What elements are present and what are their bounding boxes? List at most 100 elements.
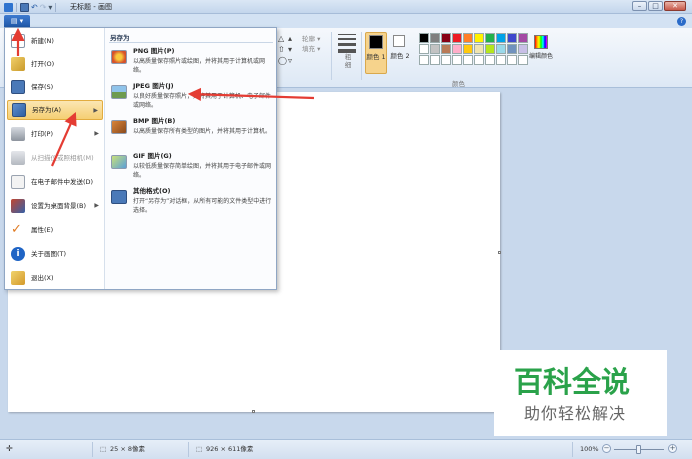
palette-swatch[interactable] <box>507 55 517 65</box>
fill-dropdown[interactable]: 填充 ▾ <box>302 44 320 54</box>
toolbar-separator <box>55 2 57 12</box>
palette-swatch[interactable] <box>485 55 495 65</box>
window-controls: – □ ✕ <box>632 1 686 11</box>
menu-item-label: 保存(S) <box>31 82 54 91</box>
palette-swatch[interactable] <box>485 44 495 54</box>
menu-item-label: 另存为(A) <box>32 105 62 114</box>
color-2-button[interactable]: 颜色 2 <box>390 32 410 74</box>
arrow-shape-icon[interactable]: ⇧ <box>278 45 287 55</box>
palette-swatch[interactable] <box>430 33 440 43</box>
palette-swatch[interactable] <box>441 33 451 43</box>
file-menu: 新建(N) 打开(O) 保存(S) 另存为(A) ▶ 打印(P) ▶ 从扫描仪或… <box>4 27 277 290</box>
palette-swatch[interactable] <box>474 44 484 54</box>
undo-icon[interactable]: ↶ <box>31 3 38 12</box>
menu-item-save[interactable]: 保存(S) <box>7 77 103 97</box>
menu-item-new[interactable]: 新建(N) <box>7 31 103 51</box>
zoom-slider-thumb[interactable] <box>636 445 641 454</box>
menu-item-about-paint[interactable]: i 关于画图(T) <box>7 244 103 264</box>
palette-swatch[interactable] <box>474 55 484 65</box>
save-as-png[interactable]: PNG 图片(P) 以高质量保存照片或绘图，并将其用于计算机或网络。 <box>109 47 273 81</box>
menu-item-label: 新建(N) <box>31 36 54 45</box>
save-as-gif[interactable]: GIF 图片(G) 以较低质量保存简单绘图，并将其用于电子邮件或网络。 <box>109 152 273 186</box>
palette-swatch[interactable] <box>419 55 429 65</box>
menu-item-save-as[interactable]: 另存为(A) ▶ <box>7 100 103 120</box>
image-size: 926 × 611像素 <box>206 445 254 453</box>
info-icon: i <box>11 247 25 261</box>
callout-shape-icon[interactable]: ◯ <box>278 56 287 66</box>
paint-app-icon[interactable] <box>4 2 13 12</box>
watermark: 百科全说 助你轻松解决 <box>494 350 667 436</box>
palette-swatch[interactable] <box>518 33 528 43</box>
file-menu-button[interactable]: ▤ ▾ <box>4 15 30 27</box>
save-icon[interactable] <box>20 2 29 12</box>
ribbon-separator <box>331 32 332 80</box>
save-as-option-title: GIF 图片(G) <box>133 152 172 160</box>
color-palette <box>419 33 528 67</box>
submenu-arrow-icon: ▶ <box>93 107 98 114</box>
palette-swatch[interactable] <box>441 44 451 54</box>
menu-item-exit[interactable]: 退出(X) <box>7 268 103 288</box>
menu-item-set-desktop-background[interactable]: 设置为桌面背景(B) ▶ <box>7 196 103 216</box>
minimize-button[interactable]: – <box>632 1 647 11</box>
color-1-button[interactable]: 颜色 1 <box>365 32 387 74</box>
color-1-swatch <box>369 35 383 49</box>
palette-swatch[interactable] <box>430 44 440 54</box>
save-as-other-formats[interactable]: 其他格式(O) 打开“另存为”对话框，从所有可能的文件类型中进行选择。 <box>109 187 273 221</box>
edit-colors-label: 编辑颜色 <box>528 53 553 60</box>
palette-swatch[interactable] <box>419 33 429 43</box>
save-icon <box>11 80 25 94</box>
status-separator <box>572 442 573 457</box>
menu-item-open[interactable]: 打开(O) <box>7 54 103 74</box>
palette-swatch[interactable] <box>496 55 506 65</box>
image-size-icon: ⬚ <box>196 445 203 453</box>
menu-item-properties[interactable]: ✓ 属性(E) <box>7 220 103 240</box>
file-menu-commands: 新建(N) 打开(O) 保存(S) 另存为(A) ▶ 打印(P) ▶ 从扫描仪或… <box>5 28 105 289</box>
palette-swatch[interactable] <box>485 33 495 43</box>
scroll-up-icon[interactable]: ▴ <box>288 34 297 44</box>
zoom-out-button[interactable]: − <box>602 444 611 453</box>
edit-colors-button[interactable]: 编辑颜色 <box>528 33 554 73</box>
help-icon[interactable]: ? <box>677 17 686 26</box>
canvas-resize-handle-bottom[interactable] <box>252 410 255 413</box>
palette-swatch[interactable] <box>496 33 506 43</box>
properties-check-icon: ✓ <box>11 222 22 237</box>
palette-swatch[interactable] <box>474 33 484 43</box>
palette-swatch[interactable] <box>452 44 462 54</box>
palette-swatch[interactable] <box>463 55 473 65</box>
cursor-position-icon: ✛ <box>6 444 13 453</box>
palette-swatch[interactable] <box>452 55 462 65</box>
desktop-background-icon <box>11 199 25 213</box>
palette-swatch[interactable] <box>441 55 451 65</box>
palette-swatch[interactable] <box>419 44 429 54</box>
triangle-shape-icon[interactable]: △ <box>278 34 287 44</box>
palette-swatch[interactable] <box>463 33 473 43</box>
palette-swatch[interactable] <box>463 44 473 54</box>
status-separator <box>188 442 189 457</box>
menu-item-from-scanner: 从扫描仪或照相机(M) <box>7 148 103 168</box>
menu-item-label: 关于画图(T) <box>31 249 67 258</box>
palette-swatch[interactable] <box>507 33 517 43</box>
save-as-jpeg[interactable]: JPEG 图片(J) 以良好质量保存照片，并将其用于计算机、电子邮件或网络。 <box>109 82 273 116</box>
color-2-swatch <box>393 35 405 47</box>
zoom-in-button[interactable]: + <box>668 444 677 453</box>
menu-item-label: 设置为桌面背景(B) <box>31 201 87 210</box>
open-folder-icon <box>11 57 25 71</box>
palette-swatch[interactable] <box>507 44 517 54</box>
customize-toolbar-dropdown[interactable]: ▾ <box>48 3 52 12</box>
menu-item-label: 退出(X) <box>31 273 54 282</box>
palette-swatch[interactable] <box>496 44 506 54</box>
shape-style-options: 轮廓 ▾ 填充 ▾ <box>302 34 320 54</box>
scroll-down-icon[interactable]: ▾ <box>288 45 297 55</box>
save-as-bmp[interactable]: BMP 图片(B) 以高质量保存所有类型的图片，并将其用于计算机。 <box>109 117 273 151</box>
redo-icon[interactable]: ↷ <box>40 3 47 12</box>
maximize-button[interactable]: □ <box>648 1 663 11</box>
outline-dropdown[interactable]: 轮廓 ▾ <box>302 34 320 44</box>
menu-item-print[interactable]: 打印(P) ▶ <box>7 124 103 144</box>
palette-swatch[interactable] <box>430 55 440 65</box>
close-button[interactable]: ✕ <box>664 1 686 11</box>
shapes-gallery[interactable]: △ ▴ ⇧ ▾ ◯ ▿ <box>278 34 304 66</box>
palette-swatch[interactable] <box>452 33 462 43</box>
more-shapes-icon[interactable]: ▿ <box>288 56 297 66</box>
canvas-resize-handle-right[interactable] <box>498 251 501 254</box>
menu-item-send-email[interactable]: 在电子邮件中发送(D) <box>7 172 103 192</box>
